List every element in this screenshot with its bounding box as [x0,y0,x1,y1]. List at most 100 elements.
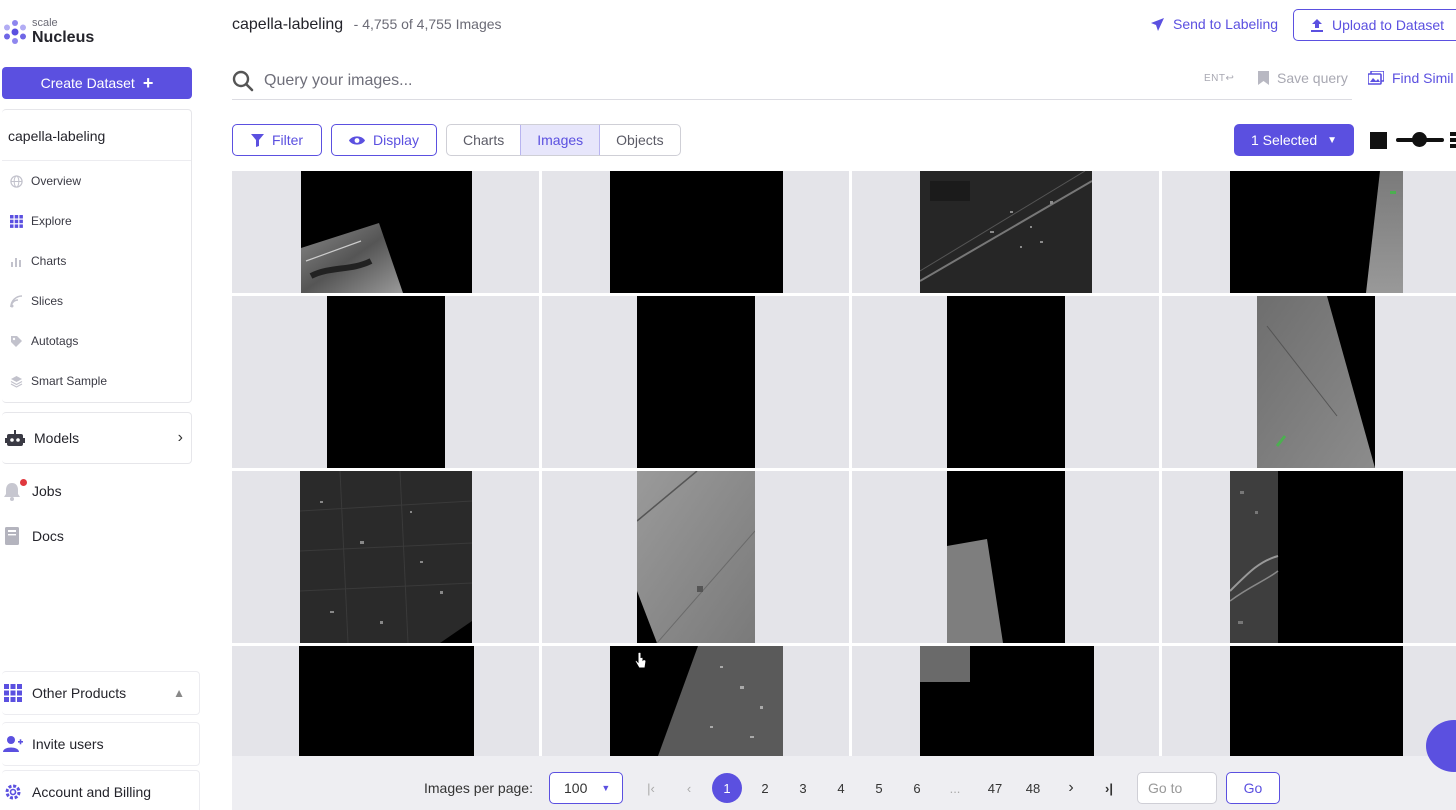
image-tile[interactable] [852,296,1159,468]
image-tile[interactable] [852,471,1159,643]
first-page-icon[interactable]: |‹ [636,773,666,803]
image-tile[interactable] [1162,171,1456,293]
sar-image [920,646,970,682]
image-tile[interactable] [1162,646,1456,756]
image-thumbnail[interactable] [1257,296,1375,468]
docs-link[interactable]: Docs [2,526,64,546]
nav-explore-label: Explore [31,214,72,228]
image-thumbnail[interactable] [610,171,783,293]
image-thumbnail[interactable] [327,296,445,468]
page-47[interactable]: 47 [980,773,1010,803]
image-tile[interactable] [542,296,849,468]
image-thumbnail[interactable] [637,471,755,643]
small-tile-icon[interactable] [1370,132,1387,149]
image-tile[interactable] [232,296,539,468]
caret-down-icon: ▼ [1327,134,1338,146]
image-thumbnail[interactable] [947,296,1065,468]
image-tile[interactable] [542,471,849,643]
plus-icon: + [142,72,154,93]
image-count: - 4,755 of 4,755 Images [353,16,502,32]
image-thumbnail[interactable] [300,471,472,643]
display-button[interactable]: Display [331,124,437,156]
large-grid-icon[interactable] [1450,132,1456,148]
sar-image [920,171,1092,293]
image-thumbnail[interactable] [947,471,1065,643]
selected-dropdown[interactable]: 1 Selected ▼ [1234,124,1354,156]
page-4[interactable]: 4 [826,773,856,803]
logo[interactable]: scale Nucleus [0,14,94,50]
nav-smart-sample[interactable]: Smart Sample [2,361,191,401]
goto-page-input[interactable] [1137,772,1217,804]
image-tile[interactable] [542,171,849,293]
tab-charts[interactable]: Charts [447,125,520,155]
sar-image [947,539,1003,643]
grid-icon [9,214,23,228]
other-products-menu[interactable]: Other Products ▲ [2,671,200,715]
image-thumbnail[interactable] [637,296,755,468]
save-query-label: Save query [1277,70,1348,86]
tab-objects[interactable]: Objects [600,125,679,155]
caret-down-icon: ▼ [601,783,611,793]
view-tabs: Charts Images Objects [446,124,681,156]
page-2[interactable]: 2 [750,773,780,803]
image-stack-icon [1368,71,1384,85]
invite-users-link[interactable]: Invite users [2,722,200,766]
nav-explore[interactable]: Explore [2,201,191,241]
enter-hint: ENT↩ [1204,73,1235,84]
page-5[interactable]: 5 [864,773,894,803]
go-button[interactable]: Go [1226,772,1280,804]
next-page-icon[interactable]: › [1056,773,1086,803]
slider-handle[interactable] [1412,132,1427,147]
tab-images[interactable]: Images [520,125,601,155]
image-thumbnail[interactable] [1230,171,1403,293]
nucleus-logo-icon [4,20,26,44]
dataset-name[interactable]: capella-labeling [2,110,191,161]
sidebar: scale Nucleus Create Dataset + capella-l… [0,0,202,810]
account-billing-label: Account and Billing [32,784,152,800]
jobs-link[interactable]: Jobs [2,479,62,501]
jobs-label: Jobs [32,483,62,499]
nav-slices[interactable]: Slices [2,281,191,321]
apps-grid-icon [2,683,24,703]
image-thumbnail[interactable] [1230,646,1403,756]
models-menu[interactable]: Models › [2,412,192,464]
sar-image [301,223,403,293]
image-tile[interactable] [232,646,539,756]
image-thumbnail[interactable] [301,171,472,293]
image-tile[interactable] [542,646,849,756]
nav-autotags[interactable]: Autotags [2,321,191,361]
send-to-labeling-button[interactable]: Send to Labeling [1150,16,1278,32]
eye-icon [349,135,366,145]
account-billing-link[interactable]: Account and Billing [2,770,200,810]
nav-overview[interactable]: Overview [2,161,191,201]
image-tile[interactable] [1162,471,1456,643]
page-6[interactable]: 6 [902,773,932,803]
image-tile[interactable] [852,646,1159,756]
image-thumbnail[interactable] [920,646,1094,756]
create-dataset-button[interactable]: Create Dataset + [2,67,192,99]
query-input[interactable] [264,71,1144,90]
find-similar-label: Find Simil [1392,70,1454,86]
find-similar-button[interactable]: Find Simil [1368,70,1453,86]
slices-icon [9,294,23,308]
image-tile[interactable] [852,171,1159,293]
image-thumbnail[interactable] [920,171,1092,293]
filter-button[interactable]: Filter [232,124,322,156]
image-tile[interactable] [1162,296,1456,468]
sar-image [1257,296,1375,468]
page-48[interactable]: 48 [1018,773,1048,803]
prev-page-icon[interactable]: ‹ [674,773,704,803]
upload-to-dataset-button[interactable]: Upload to Dataset [1293,9,1456,41]
nav-charts[interactable]: Charts [2,241,191,281]
image-thumbnail[interactable] [299,646,474,756]
last-page-icon[interactable]: ›| [1094,773,1124,803]
image-tile[interactable] [232,471,539,643]
page-3[interactable]: 3 [788,773,818,803]
image-thumbnail[interactable] [1230,471,1403,643]
page-1[interactable]: 1 [712,773,742,803]
sar-image [1230,471,1279,643]
save-query-button[interactable]: Save query [1258,70,1348,86]
nav-overview-label: Overview [31,174,82,188]
image-tile[interactable] [232,171,539,293]
per-page-select[interactable]: 100 ▼ [549,772,623,804]
